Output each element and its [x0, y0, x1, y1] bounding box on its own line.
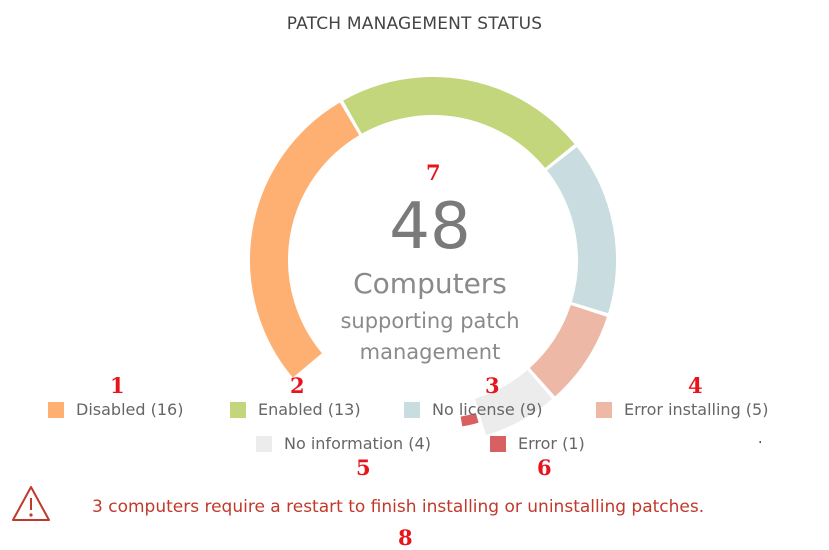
legend-label: Enabled (13) [258, 400, 361, 419]
callout-2: 2 [290, 373, 305, 398]
legend-item-error-installing[interactable]: Error installing (5) [596, 400, 768, 419]
legend-item-no-information[interactable]: No information (4) [256, 434, 431, 453]
center-sublabel: supporting patch management [290, 306, 570, 368]
legend-swatch [490, 435, 506, 452]
callout-8: 8 [398, 525, 413, 550]
warning-triangle-icon [10, 484, 52, 524]
legend-label: No license (9) [432, 400, 543, 419]
legend-item-no-license[interactable]: No license (9) [404, 400, 542, 419]
gauge-segment-enabled[interactable] [343, 77, 575, 169]
total-count: 48 [389, 190, 471, 264]
legend-label: Disabled (16) [76, 400, 184, 419]
legend-label: Error installing (5) [624, 400, 769, 419]
legend-swatch [596, 401, 612, 418]
legend-swatch [48, 401, 64, 418]
callout-3: 3 [485, 373, 500, 398]
center-label: Computers [353, 267, 507, 300]
legend-label: Error (1) [518, 434, 585, 453]
center-sublabel-line2: management [359, 340, 501, 364]
callout-5: 5 [356, 455, 371, 480]
legend-item-disabled[interactable]: Disabled (16) [48, 400, 183, 419]
restart-warning-text[interactable]: 3 computers require a restart to finish … [92, 497, 704, 517]
callout-6: 6 [537, 455, 552, 480]
legend-swatch [230, 401, 246, 418]
callout-4: 4 [688, 373, 703, 398]
legend-item-enabled[interactable]: Enabled (13) [230, 400, 361, 419]
callout-1: 1 [110, 373, 125, 398]
legend-label: No information (4) [284, 434, 431, 453]
legend-swatch [404, 401, 420, 418]
callout-7: 7 [426, 160, 441, 185]
legend-item-error[interactable]: Error (1) [490, 434, 585, 453]
legend-swatch [256, 435, 272, 452]
gauge-segment-no-license[interactable] [546, 146, 616, 314]
center-sublabel-line1: supporting patch [340, 309, 520, 333]
stray-mark: . [758, 431, 763, 447]
